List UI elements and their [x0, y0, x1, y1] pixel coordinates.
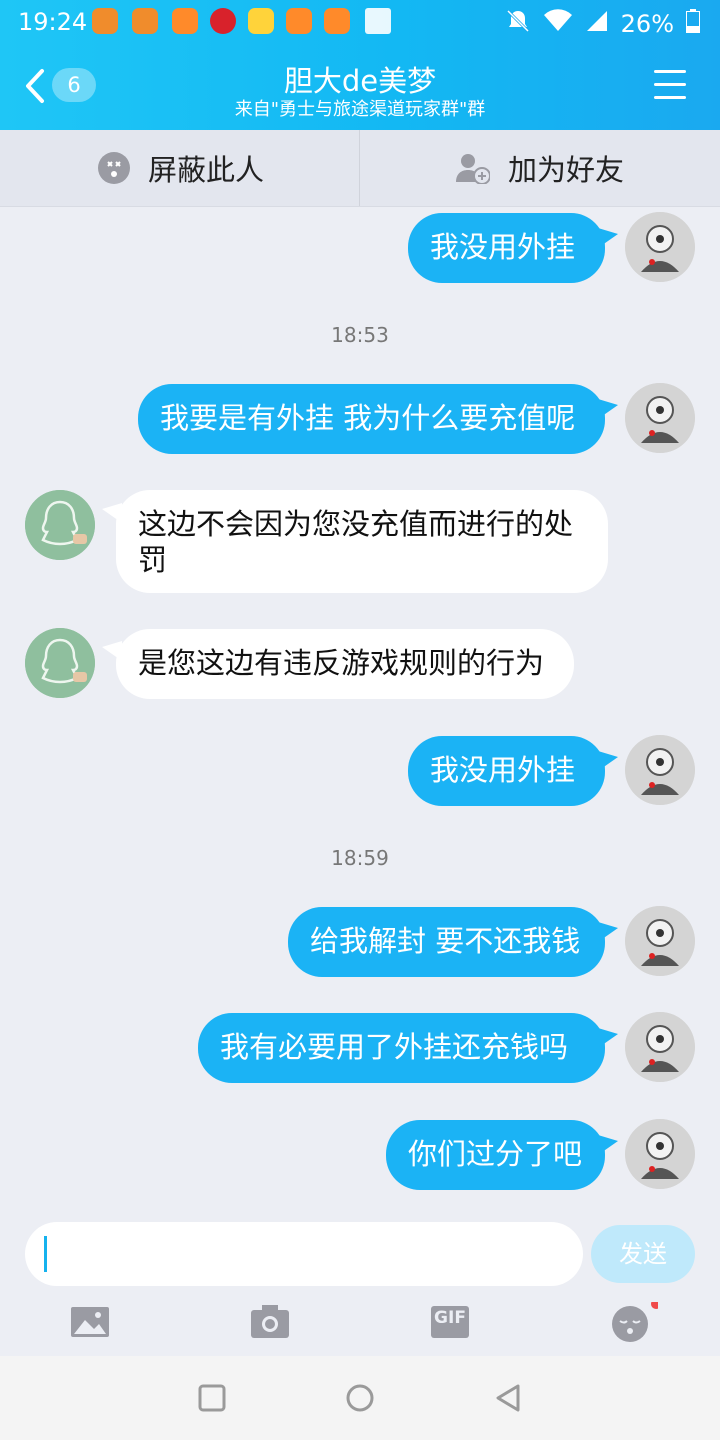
send-button[interactable]: 发送: [591, 1225, 695, 1283]
system-nav-bar: [0, 1356, 720, 1440]
message-bubble-sent[interactable]: 你们过分了吧: [386, 1120, 605, 1190]
avatar[interactable]: [625, 735, 695, 805]
bubble-tail: [598, 751, 618, 771]
avatar[interactable]: [25, 628, 95, 698]
message-text: 我要是有外挂 我为什么要充值呢: [160, 401, 576, 435]
gif-label: GIF: [434, 1308, 466, 1328]
message-bubble-received[interactable]: 这边不会因为您没充值而进行的处 罚: [116, 490, 608, 593]
signal-icon: [585, 9, 609, 39]
status-bar: 19:24 26%: [0, 0, 720, 44]
home-icon[interactable]: [345, 1383, 375, 1413]
battery-text: 26%: [620, 10, 674, 38]
status-right: 26%: [505, 8, 700, 40]
gallery-icon: [365, 8, 391, 34]
message-text: 我有必要用了外挂还充钱吗: [220, 1030, 569, 1064]
message-bubble-received[interactable]: 是您这边有违反游戏规则的行为: [116, 629, 574, 699]
notification-icon: [210, 8, 236, 34]
add-user-icon: [456, 154, 490, 184]
notification-icon: [286, 8, 312, 34]
bubble-tail: [598, 922, 618, 942]
meituan-icon: [248, 8, 274, 34]
avatar[interactable]: [25, 490, 95, 560]
message-text: 我没用外挂: [430, 230, 576, 264]
bubble-tail: [598, 399, 618, 419]
bubble-tail: [598, 1135, 618, 1155]
message-bubble-sent[interactable]: 我没用外挂: [408, 213, 605, 283]
back-nav-icon[interactable]: [494, 1383, 522, 1413]
text-cursor: [44, 1236, 47, 1272]
bubble-tail: [598, 228, 618, 248]
avatar[interactable]: [625, 906, 695, 976]
chat-subtitle: 来自"勇士与旅途渠道玩家群"群: [234, 99, 486, 120]
timestamp: 18:53: [331, 323, 389, 347]
add-friend-button[interactable]: 加为好友: [456, 148, 624, 188]
message-text: 是您这边有违反游戏规则的行为: [138, 646, 545, 680]
notification-icon: [172, 8, 198, 34]
camera-icon[interactable]: [250, 1302, 290, 1342]
mute-icon: [505, 8, 531, 40]
block-face-icon: [98, 152, 130, 184]
message-bubble-sent[interactable]: 给我解封 要不还我钱: [288, 907, 605, 977]
message-text: 你们过分了吧: [408, 1137, 583, 1171]
menu-button[interactable]: [654, 70, 686, 100]
divider: [359, 130, 360, 206]
status-time: 19:24: [18, 8, 88, 36]
notification-icon: [132, 8, 158, 34]
avatar[interactable]: [625, 212, 695, 282]
message-text: 这边不会因为您没充值而进行的处: [138, 507, 574, 541]
block-user-button[interactable]: 屏蔽此人: [98, 148, 264, 188]
avatar[interactable]: [625, 1012, 695, 1082]
timestamp: 18:59: [331, 846, 389, 870]
message-text: 罚: [138, 543, 168, 577]
block-user-label: 屏蔽此人: [148, 153, 265, 187]
chat-title: 胆大de美梦: [283, 64, 437, 98]
menu-icon: [654, 70, 686, 73]
battery-icon: [686, 9, 700, 39]
emoji-icon[interactable]: [610, 1299, 661, 1342]
image-icon[interactable]: [70, 1302, 110, 1342]
notification-icon: [92, 8, 118, 34]
notification-icon: [324, 8, 350, 34]
message-bubble-sent[interactable]: 我有必要用了外挂还充钱吗: [198, 1013, 605, 1083]
avatar[interactable]: [625, 383, 695, 453]
message-text: 我没用外挂: [430, 753, 576, 787]
message-bubble-sent[interactable]: 我要是有外挂 我为什么要充值呢: [138, 384, 605, 454]
message-input[interactable]: [25, 1222, 583, 1286]
message-text: 给我解封 要不还我钱: [310, 924, 581, 958]
message-bubble-sent[interactable]: 我没用外挂: [408, 736, 605, 806]
gif-icon[interactable]: GIF: [430, 1302, 470, 1342]
avatar[interactable]: [625, 1119, 695, 1189]
recent-apps-icon[interactable]: [198, 1384, 226, 1412]
wifi-icon: [543, 9, 573, 39]
add-friend-label: 加为好友: [508, 153, 625, 187]
bubble-tail: [598, 1028, 618, 1048]
